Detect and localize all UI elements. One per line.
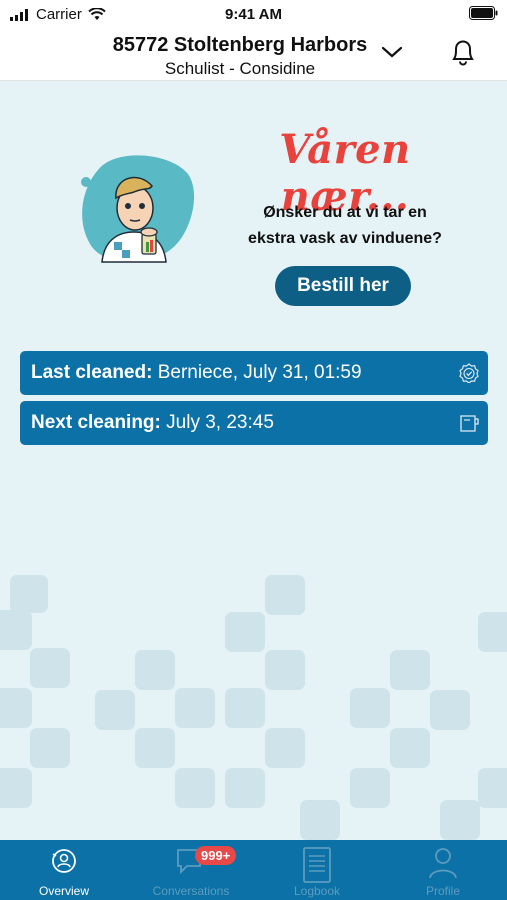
tab-overview-label: Overview xyxy=(38,884,89,898)
bell-icon[interactable] xyxy=(450,38,476,66)
promo-line-1: Ønsker du at vi tar en xyxy=(263,204,427,221)
tab-conversations[interactable]: 999+ Conversations xyxy=(136,840,246,900)
location-subtitle: Schulist - Considine xyxy=(164,59,316,78)
bucket-icon xyxy=(460,415,479,432)
promo-text: Ønsker du at vi tar en ekstra vask av vi… xyxy=(220,200,470,252)
next-cleaning-bar[interactable]: Next cleaning: July 3, 23:45 xyxy=(20,401,488,445)
next-cleaning-label: Next cleaning: xyxy=(31,412,161,433)
tab-bar: Overview 999+ Conversations Logbook Prof… xyxy=(0,840,507,900)
next-cleaning-text: Next cleaning: July 3, 23:45 xyxy=(31,412,274,434)
profile-icon xyxy=(429,848,457,879)
verified-badge-icon xyxy=(459,363,479,383)
tab-logbook-label: Logbook xyxy=(293,884,341,898)
location-title[interactable]: 85772 Stoltenberg Harbors xyxy=(0,34,480,57)
logbook-icon xyxy=(303,847,331,883)
overview-icon xyxy=(52,849,76,873)
conversations-badge: 999+ xyxy=(195,846,237,865)
tab-conversations-label: Conversations xyxy=(152,884,230,898)
next-cleaning-value: July 3, 23:45 xyxy=(160,412,274,433)
last-cleaned-text: Last cleaned: Berniece, July 31, 01:59 xyxy=(31,362,362,384)
last-cleaned-label: Last cleaned: xyxy=(31,362,153,383)
last-cleaned-bar[interactable]: Last cleaned: Berniece, July 31, 01:59 xyxy=(20,351,488,395)
tab-profile[interactable]: Profile xyxy=(388,840,498,900)
background-pattern xyxy=(0,575,507,840)
status-time: 9:41 AM xyxy=(225,6,282,23)
last-cleaned-value: Berniece, July 31, 01:59 xyxy=(152,362,362,383)
promo-line-2: ekstra vask av vinduene? xyxy=(248,230,442,247)
mascot-illustration xyxy=(81,155,195,263)
tab-profile-label: Profile xyxy=(425,884,460,898)
location-header: 85772 Stoltenberg Harbors Schulist - Con… xyxy=(0,30,507,81)
order-button[interactable]: Bestill her xyxy=(275,266,411,306)
status-bar: Carrier 9:41 AM xyxy=(0,0,507,30)
tab-logbook[interactable]: Logbook xyxy=(262,840,372,900)
battery-icon xyxy=(469,6,498,20)
chevron-down-icon[interactable] xyxy=(380,44,404,60)
tab-overview[interactable]: Overview xyxy=(9,840,119,900)
